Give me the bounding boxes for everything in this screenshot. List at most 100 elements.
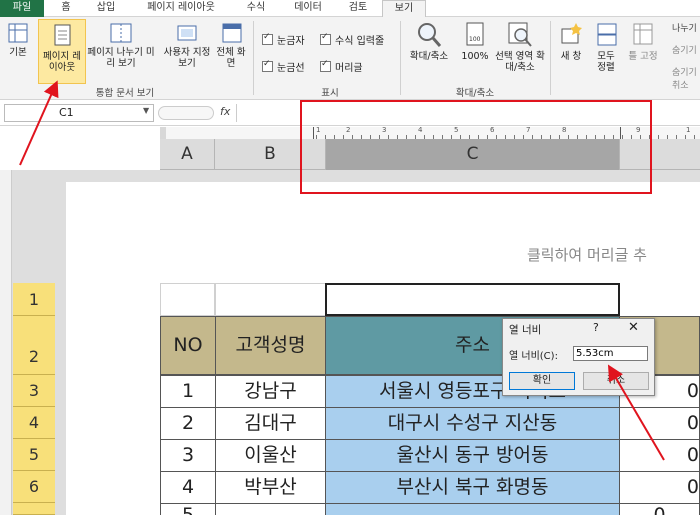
check-icon: [262, 32, 273, 45]
check-icon: [320, 59, 331, 72]
table-cell-name[interactable]: [215, 503, 326, 515]
ribbon: 기본 페이지 레이아웃 페이지 나누기 미리 보기 사용자 지정 보기 전체 화…: [0, 17, 700, 100]
freeze-panes-button[interactable]: 틀 고정: [628, 21, 658, 62]
table-header-name[interactable]: 고객성명: [215, 316, 326, 375]
table-cell-name[interactable]: 이울산: [215, 439, 326, 472]
custom-views-label: 사용자 지정 보기: [163, 47, 211, 69]
normal-view-button[interactable]: 기본: [2, 21, 34, 58]
zoom-selection-label: 선택 영역 확대/축소: [495, 51, 545, 73]
tab-home[interactable]: 홈: [50, 0, 82, 17]
column-header-a[interactable]: A: [160, 139, 215, 170]
page-break-label: 페이지 나누기 미리 보기: [87, 47, 155, 69]
ribbon-separator: [253, 21, 254, 95]
row-header-2[interactable]: 2: [13, 316, 55, 375]
ruler-number: 1: [686, 126, 691, 134]
full-screen-label: 전체 화면: [216, 47, 246, 69]
table-cell-address[interactable]: 부산시 북구 화명동: [325, 471, 620, 504]
headings-label: 머리글: [335, 63, 363, 74]
full-screen-button[interactable]: 전체 화면: [216, 21, 248, 69]
ribbon-separator: [550, 21, 551, 95]
ruler-checkbox[interactable]: 눈금자: [262, 32, 305, 47]
table-header-no[interactable]: NO: [160, 316, 216, 375]
new-window-icon: [561, 23, 582, 44]
table-cell-no[interactable]: 1: [160, 375, 216, 408]
cancel-button[interactable]: 취소: [583, 372, 649, 390]
formula-bar-resize-handle[interactable]: [158, 106, 214, 120]
unhide-button[interactable]: 숨기기 취소: [672, 65, 700, 91]
zoom-100-button[interactable]: 100 100%: [458, 21, 492, 62]
cell-reference: C1: [59, 106, 74, 119]
check-icon: [320, 32, 331, 45]
tab-insert[interactable]: 삽입: [88, 0, 124, 17]
arrange-all-button[interactable]: 모두 정렬: [592, 21, 622, 73]
full-screen-icon: [222, 23, 242, 43]
new-window-button[interactable]: 새 창: [554, 21, 588, 62]
gridlines-label: 눈금선: [277, 63, 305, 74]
table-cell-no[interactable]: 2: [160, 407, 216, 440]
table-cell-name[interactable]: 박부산: [215, 471, 326, 504]
normal-view-label: 기본: [9, 47, 27, 58]
page-break-preview-button[interactable]: 페이지 나누기 미리 보기: [86, 21, 156, 69]
ribbon-separator: [400, 21, 401, 95]
tab-review[interactable]: 검토: [338, 0, 378, 17]
custom-views-button[interactable]: 사용자 지정 보기: [163, 21, 211, 69]
column-width-label: 열 너비(C):: [509, 351, 558, 362]
page-layout-view-button[interactable]: 페이지 레이아웃: [38, 19, 86, 84]
page-layout-icon: [54, 24, 71, 46]
table-cell-next[interactable]: 0: [619, 471, 700, 504]
freeze-panes-label: 틀 고정: [628, 51, 658, 62]
table-cell-next[interactable]: 0: [619, 439, 700, 472]
hide-button[interactable]: 숨기기: [672, 43, 697, 56]
row-header-1[interactable]: 1: [13, 283, 55, 316]
zoom-group-label: 확대/축소: [455, 88, 495, 99]
formula-bar-label: 수식 입력줄: [335, 36, 385, 47]
chevron-down-icon[interactable]: ▼: [143, 106, 149, 115]
table-cell-next[interactable]: 0: [619, 407, 700, 440]
zoom-selection-button[interactable]: 선택 영역 확대/축소: [494, 21, 546, 73]
zoom-selection-icon: [508, 22, 532, 47]
tab-data[interactable]: 데이터: [286, 0, 330, 17]
table-cell-name[interactable]: 강남구: [215, 375, 326, 408]
tab-page-layout[interactable]: 페이지 레이아웃: [136, 0, 226, 17]
row-header-3[interactable]: 3: [13, 375, 55, 407]
fx-icon[interactable]: fx: [220, 105, 230, 118]
table-cell-no[interactable]: 3: [160, 439, 216, 472]
tab-formulas[interactable]: 수식: [236, 0, 276, 17]
row-header-5[interactable]: 5: [13, 439, 55, 471]
table-cell-name[interactable]: 김대구: [215, 407, 326, 440]
zoom-button[interactable]: 확대/축소: [404, 21, 454, 62]
table-cell-address[interactable]: 대구시 수성구 지산동: [325, 407, 620, 440]
svg-text:100: 100: [469, 36, 481, 43]
zoom-100-label: 100%: [461, 51, 489, 62]
split-button[interactable]: 나누기: [672, 21, 697, 34]
tab-file[interactable]: 파일: [0, 0, 44, 17]
vertical-ruler: [0, 170, 12, 515]
dialog-title: 열 너비: [509, 324, 542, 336]
table-cell-no[interactable]: 5: [160, 503, 216, 515]
annotation-highlight-box: [300, 100, 652, 194]
row-header-4[interactable]: 4: [13, 407, 55, 439]
table-cell-next[interactable]: 0: [619, 503, 700, 515]
new-window-label: 새 창: [560, 51, 582, 62]
cell-a1[interactable]: [160, 283, 215, 316]
table-cell-no[interactable]: 4: [160, 471, 216, 504]
column-width-input[interactable]: [573, 346, 648, 361]
page-break-icon: [110, 23, 132, 43]
formula-bar-checkbox[interactable]: 수식 입력줄: [320, 32, 384, 47]
table-cell-address[interactable]: [325, 503, 620, 515]
gridlines-checkbox[interactable]: 눈금선: [262, 59, 305, 74]
table-cell-address[interactable]: 울산시 동구 방어동: [325, 439, 620, 472]
name-box[interactable]: C1 ▼: [4, 104, 154, 122]
close-icon[interactable]: ✕: [628, 320, 639, 335]
cell-b1[interactable]: [215, 283, 326, 316]
ruler-label: 눈금자: [277, 36, 305, 47]
row-header-6[interactable]: 6: [13, 471, 55, 503]
headings-checkbox[interactable]: 머리글: [320, 59, 363, 74]
magnifier-icon: [418, 23, 442, 47]
help-icon[interactable]: ?: [593, 321, 599, 334]
ok-button[interactable]: 확인: [509, 372, 575, 390]
header-placeholder[interactable]: 클릭하여 머리글 추: [527, 244, 647, 265]
cell-c1-selected[interactable]: [325, 283, 620, 316]
row-header-7[interactable]: [13, 503, 55, 515]
arrange-all-icon: [597, 23, 617, 46]
